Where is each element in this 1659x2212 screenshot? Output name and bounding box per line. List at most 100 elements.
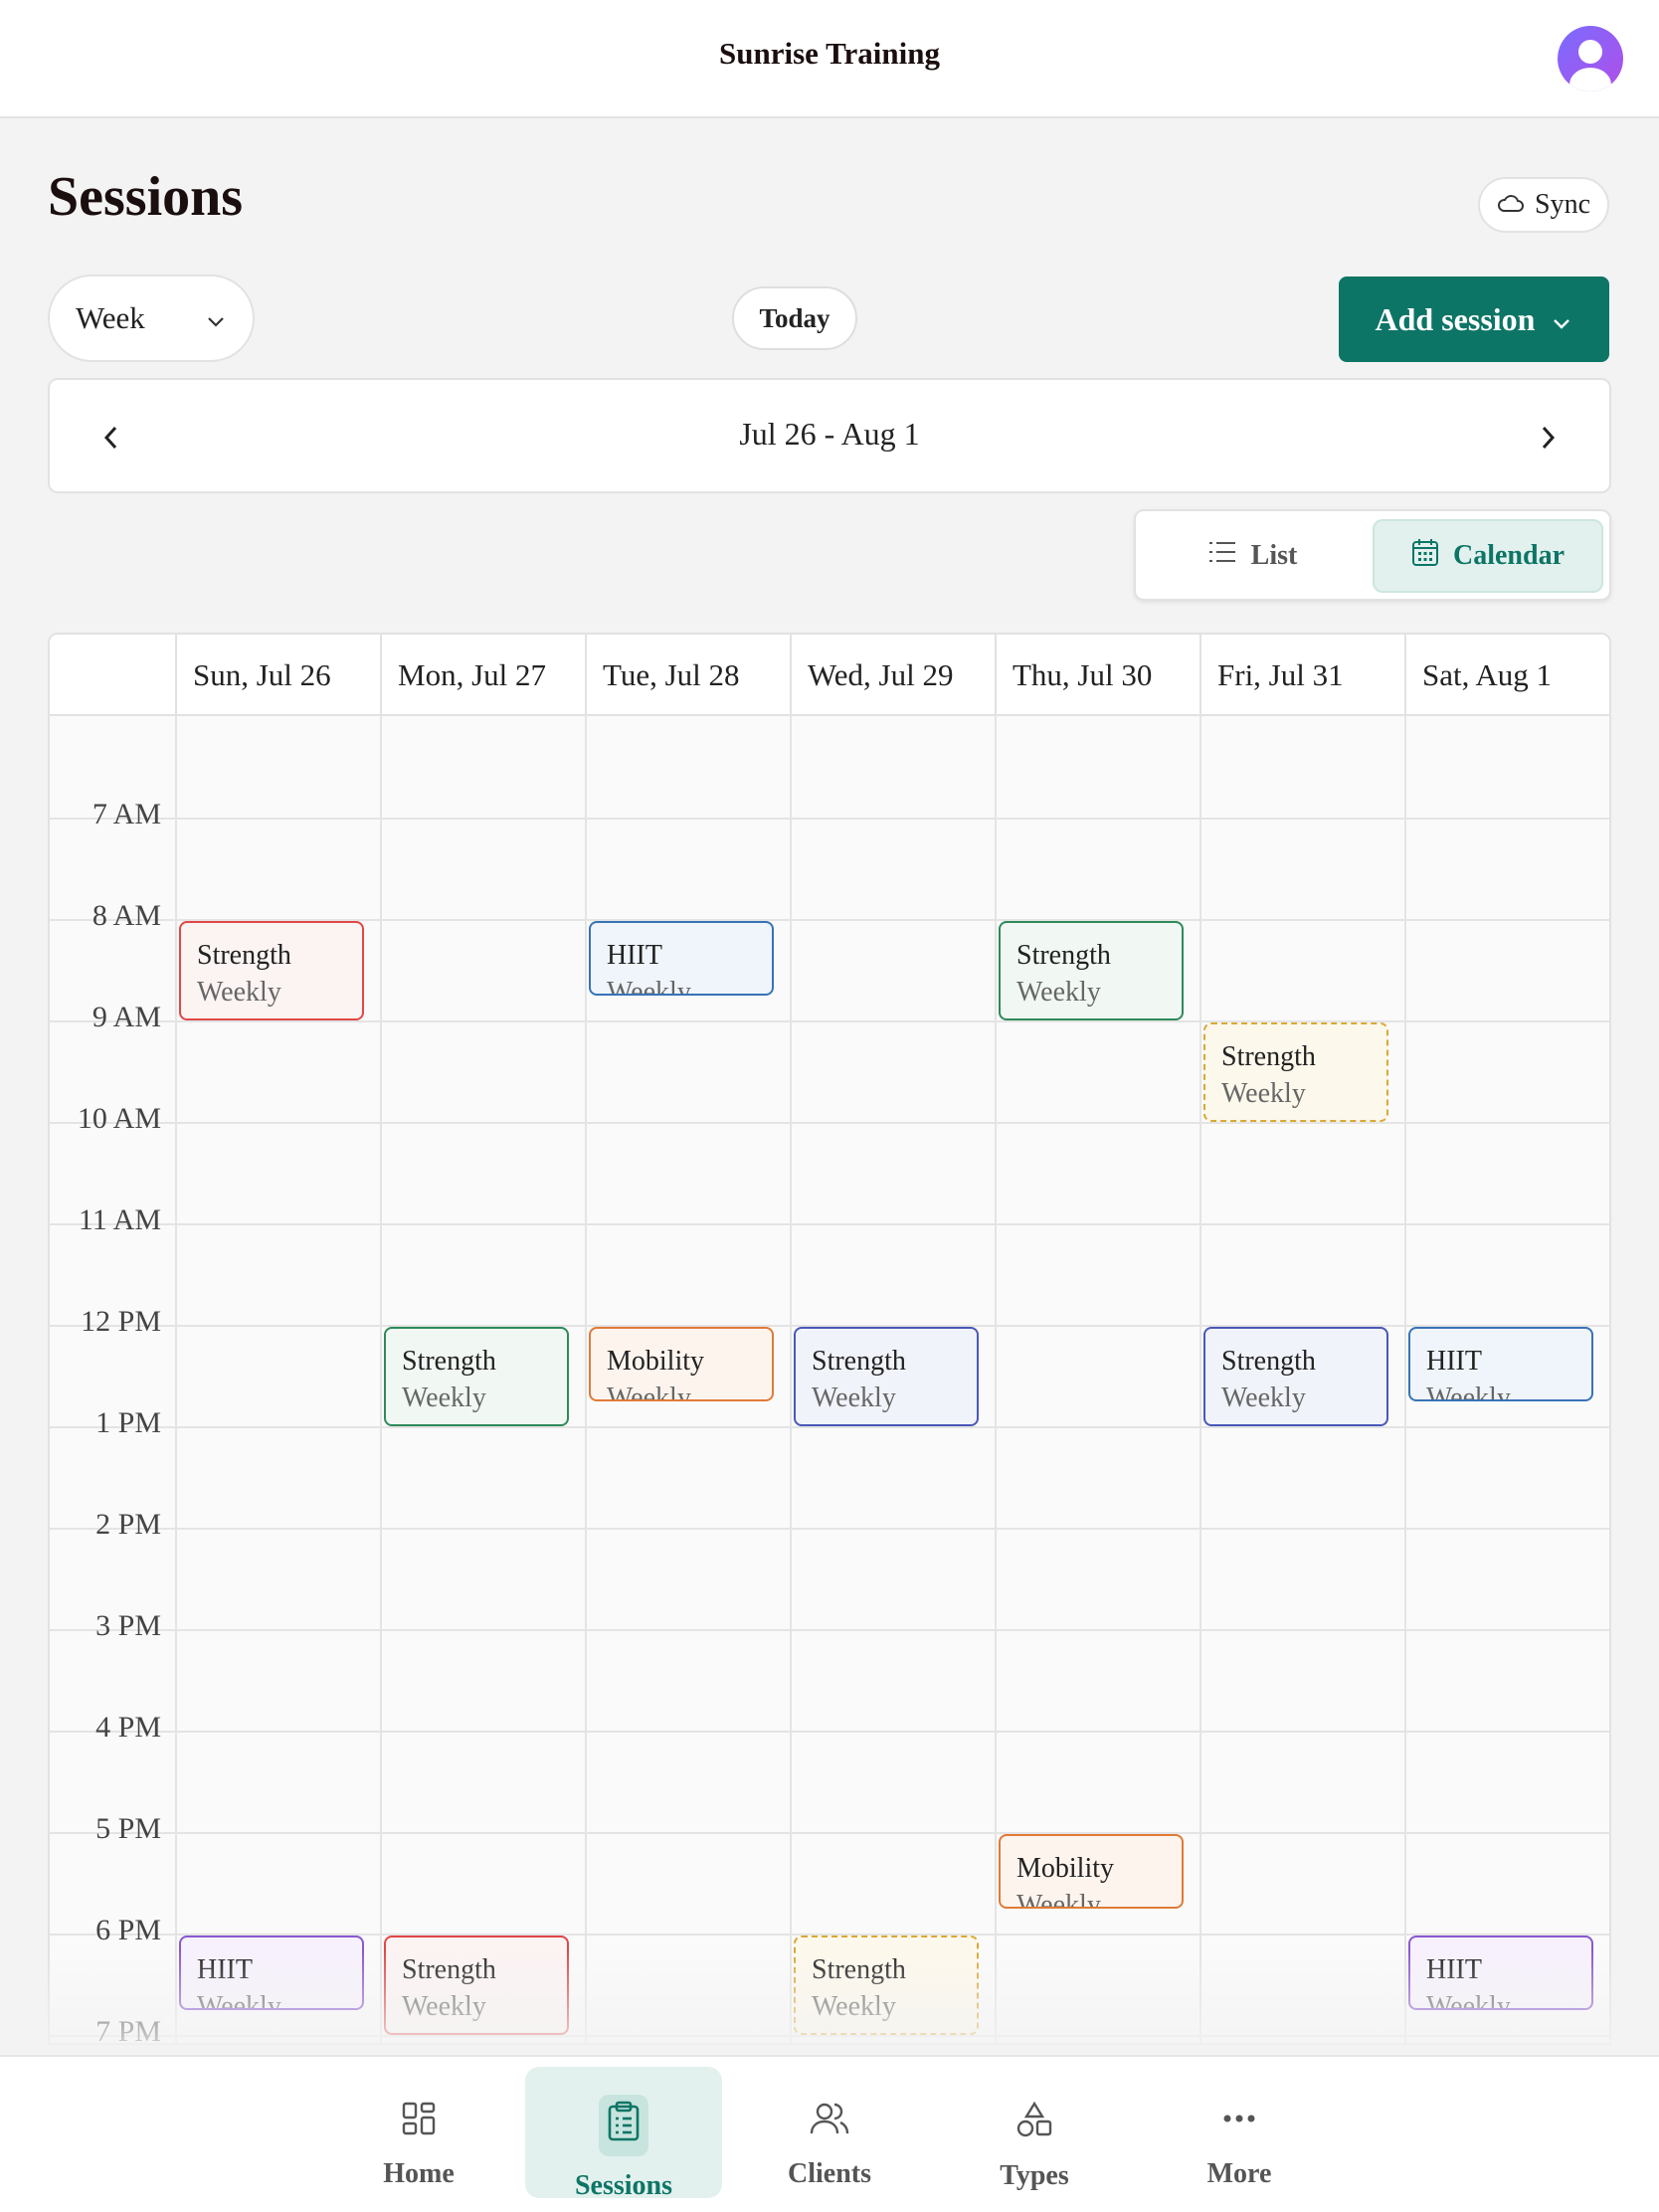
view-toggle: List Calendar <box>1134 509 1611 601</box>
session-title: HIIT <box>607 940 662 971</box>
nav-more[interactable]: More <box>1141 2067 1338 2198</box>
grid-hour-line <box>50 1629 1609 1631</box>
today-button[interactable]: Today <box>732 286 857 350</box>
grid-column-line <box>380 716 382 2043</box>
session-event[interactable]: HIIT Weekly <box>589 921 774 996</box>
sync-label: Sync <box>1535 189 1590 220</box>
time-label: 9 AM <box>92 1001 161 1033</box>
day-header: Mon, Jul 27 <box>380 635 585 716</box>
time-label: 4 PM <box>95 1711 161 1744</box>
session-title: Strength <box>402 1954 496 1985</box>
session-recurrence: Weekly <box>607 1382 691 1401</box>
session-event[interactable]: Mobility Weekly <box>999 1834 1184 1909</box>
day-header: Wed, Jul 29 <box>790 635 995 716</box>
session-title: Mobility <box>1016 1853 1115 1884</box>
avatar[interactable] <box>1558 26 1623 92</box>
add-session-button[interactable]: Add session <box>1339 276 1609 362</box>
grid-column-line <box>1199 716 1201 2043</box>
session-title: Mobility <box>607 1346 705 1377</box>
time-label: 10 AM <box>77 1102 161 1135</box>
session-title: Strength <box>812 1954 906 1985</box>
grid-column-line <box>175 716 177 2043</box>
calendar-icon <box>1411 537 1439 575</box>
time-label: 11 AM <box>78 1203 161 1236</box>
cloud-icon <box>1497 189 1525 221</box>
session-recurrence: Weekly <box>1016 1890 1101 1909</box>
session-recurrence: Weekly <box>812 1382 896 1413</box>
more-dots-icon <box>1220 2101 1258 2144</box>
calendar-view-label: Calendar <box>1453 540 1565 571</box>
session-title: Strength <box>1221 1041 1316 1072</box>
grid-column-line <box>585 716 587 2043</box>
session-event[interactable]: HIIT Weekly <box>179 1936 364 2010</box>
chevron-down-icon <box>205 300 227 336</box>
nav-clients-label: Clients <box>788 2158 871 2189</box>
nav-types[interactable]: Types <box>936 2067 1133 2198</box>
time-label: 7 PM <box>95 2015 161 2045</box>
nav-home-label: Home <box>383 2158 455 2189</box>
nav-home[interactable]: Home <box>320 2067 517 2198</box>
nav-sessions-label: Sessions <box>574 2170 673 2201</box>
session-recurrence: Weekly <box>1426 1991 1511 2010</box>
app-title: Sunrise Training <box>719 36 940 71</box>
grid-hour-line <box>50 1426 1609 1428</box>
grid-column-line <box>1404 716 1406 2043</box>
session-event[interactable]: Strength Weekly <box>1203 1327 1388 1426</box>
session-event[interactable]: Strength Weekly <box>384 1936 569 2035</box>
session-recurrence: Weekly <box>197 977 281 1008</box>
grid-icon <box>401 2101 437 2144</box>
nav-sessions[interactable]: Sessions <box>525 2067 722 2201</box>
day-header: Tue, Jul 28 <box>585 635 790 716</box>
session-recurrence: Weekly <box>402 1991 486 2022</box>
time-label: 7 AM <box>92 798 161 830</box>
grid-hour-line <box>50 818 1609 820</box>
grid-hour-line <box>50 1731 1609 1733</box>
grid-hour-line <box>50 1223 1609 1225</box>
time-label: 2 PM <box>95 1508 161 1541</box>
time-label: 12 PM <box>81 1305 161 1338</box>
session-event[interactable]: Mobility Weekly <box>589 1327 774 1401</box>
nav-clients[interactable]: Clients <box>731 2067 928 2198</box>
session-title: Strength <box>197 940 291 971</box>
view-range-select[interactable]: Week <box>48 275 255 362</box>
session-recurrence: Weekly <box>1221 1382 1306 1413</box>
session-recurrence: Weekly <box>1426 1382 1511 1401</box>
grid-hour-line <box>50 1122 1609 1124</box>
session-event[interactable]: Strength Weekly <box>179 921 364 1020</box>
session-event[interactable]: Strength Weekly <box>794 1936 979 2035</box>
calendar-view-button[interactable]: Calendar <box>1373 519 1603 593</box>
time-label: 5 PM <box>95 1812 161 1845</box>
grid-hour-line <box>50 2035 1609 2037</box>
grid-column-line <box>995 716 997 2043</box>
session-event[interactable]: HIIT Weekly <box>1408 1327 1593 1401</box>
view-range-value: Week <box>76 300 145 335</box>
session-event[interactable]: HIIT Weekly <box>1408 1936 1593 2010</box>
shapes-icon <box>1015 2101 1053 2146</box>
top-bar: Sunrise Training <box>0 0 1659 118</box>
session-event[interactable]: Strength Weekly <box>999 921 1184 1020</box>
calendar-header: Sun, Jul 26 Mon, Jul 27 Tue, Jul 28 Wed, Ju… <box>50 635 1609 716</box>
week-calendar: Sun, Jul 26 Mon, Jul 27 Tue, Jul 28 Wed, Ju… <box>48 633 1611 2045</box>
grid-column-line <box>790 716 792 2043</box>
time-label: 1 PM <box>95 1406 161 1439</box>
session-title: Strength <box>1221 1346 1316 1377</box>
day-header: Fri, Jul 31 <box>1199 635 1404 716</box>
session-title: HIIT <box>1426 1954 1482 1985</box>
session-event[interactable]: Strength Weekly <box>384 1327 569 1426</box>
list-icon <box>1207 539 1237 573</box>
clipboard-icon <box>599 2095 648 2156</box>
date-range-nav: Jul 26 - Aug 1 <box>48 378 1611 493</box>
list-view-button[interactable]: List <box>1146 519 1359 593</box>
session-event[interactable]: Strength Weekly <box>794 1327 979 1426</box>
chevron-right-icon[interactable] <box>1528 418 1567 458</box>
users-icon <box>810 2101 849 2144</box>
session-title: HIIT <box>1426 1346 1482 1377</box>
day-header: Sun, Jul 26 <box>175 635 380 716</box>
time-label: 6 PM <box>95 1914 161 1946</box>
session-recurrence: Weekly <box>197 1991 281 2010</box>
day-header: Sat, Aug 1 <box>1404 635 1609 716</box>
session-title: HIIT <box>197 1954 253 1985</box>
sync-button[interactable]: Sync <box>1478 177 1609 233</box>
session-title: Strength <box>402 1346 496 1377</box>
session-event[interactable]: Strength Weekly <box>1203 1022 1388 1122</box>
